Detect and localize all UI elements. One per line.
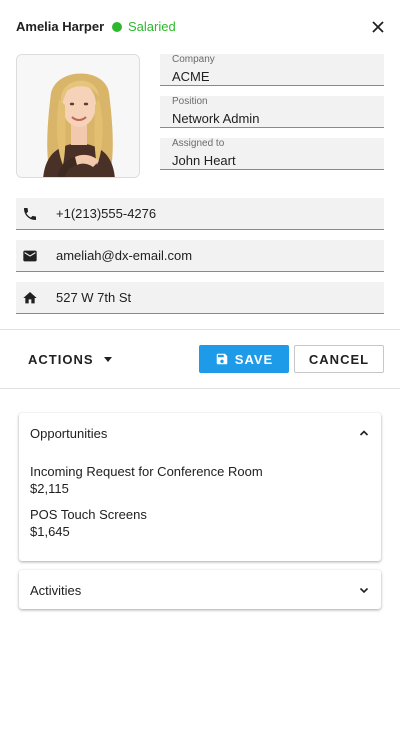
opportunities-panel: Opportunities Incoming Request for Confe…	[19, 413, 381, 561]
close-icon	[372, 21, 384, 33]
chevron-up-icon[interactable]	[359, 428, 369, 438]
status-badge: Salaried	[112, 19, 176, 34]
activities-panel[interactable]: Activities	[19, 570, 381, 609]
employee-photo	[16, 54, 140, 178]
assigned-to-field[interactable]: Assigned to John Heart	[160, 138, 384, 170]
position-field[interactable]: Position Network Admin	[160, 96, 384, 128]
assigned-to-label: Assigned to	[172, 138, 225, 149]
activities-title: Activities	[30, 583, 82, 598]
status-dot-icon	[112, 21, 122, 32]
phone-field[interactable]: +1(213)555-4276	[16, 198, 384, 230]
address-field[interactable]: 527 W 7th St	[16, 282, 384, 314]
email-value: ameliah@dx-email.com	[56, 248, 193, 263]
save-button[interactable]: SAVE	[199, 345, 289, 373]
company-value: ACME	[172, 69, 210, 84]
save-icon	[216, 353, 228, 365]
actions-dropdown-button[interactable]: ACTIONS	[28, 352, 112, 367]
cancel-button[interactable]: CANCEL	[294, 345, 384, 373]
opportunities-title[interactable]: Opportunities	[30, 426, 107, 441]
address-value: 527 W 7th St	[56, 290, 132, 305]
toolbar-divider-top	[0, 329, 400, 330]
status-label: Salaried	[128, 19, 176, 34]
actions-label: ACTIONS	[28, 352, 94, 367]
cancel-label: CANCEL	[308, 351, 370, 367]
caret-down-icon	[103, 357, 112, 362]
opportunity-amount: $1,645	[30, 524, 70, 539]
company-field[interactable]: Company ACME	[160, 54, 384, 86]
email-field[interactable]: ameliah@dx-email.com	[16, 240, 384, 272]
close-button[interactable]	[368, 17, 388, 37]
email-icon	[23, 250, 37, 262]
save-label: SAVE	[234, 351, 274, 367]
position-value: Network Admin	[172, 111, 260, 126]
avatar	[17, 55, 139, 177]
phone-value: +1(213)555-4276	[56, 206, 157, 221]
list-item[interactable]: POS Touch Screens $1,645	[30, 506, 147, 540]
chevron-down-icon[interactable]	[359, 585, 369, 595]
list-item[interactable]: Incoming Request for Conference Room $2,…	[30, 463, 263, 497]
opportunity-name: POS Touch Screens	[30, 507, 147, 522]
card-header: Amelia Harper Salaried	[0, 0, 400, 54]
position-label: Position	[172, 96, 208, 107]
opportunity-name: Incoming Request for Conference Room	[30, 464, 263, 479]
employee-name: Amelia Harper	[16, 19, 105, 34]
opportunity-amount: $2,115	[30, 481, 69, 496]
phone-icon	[24, 208, 36, 220]
company-label: Company	[172, 54, 215, 65]
toolbar-divider-bottom	[0, 388, 400, 389]
home-icon	[23, 292, 37, 304]
assigned-to-value: John Heart	[172, 153, 236, 168]
